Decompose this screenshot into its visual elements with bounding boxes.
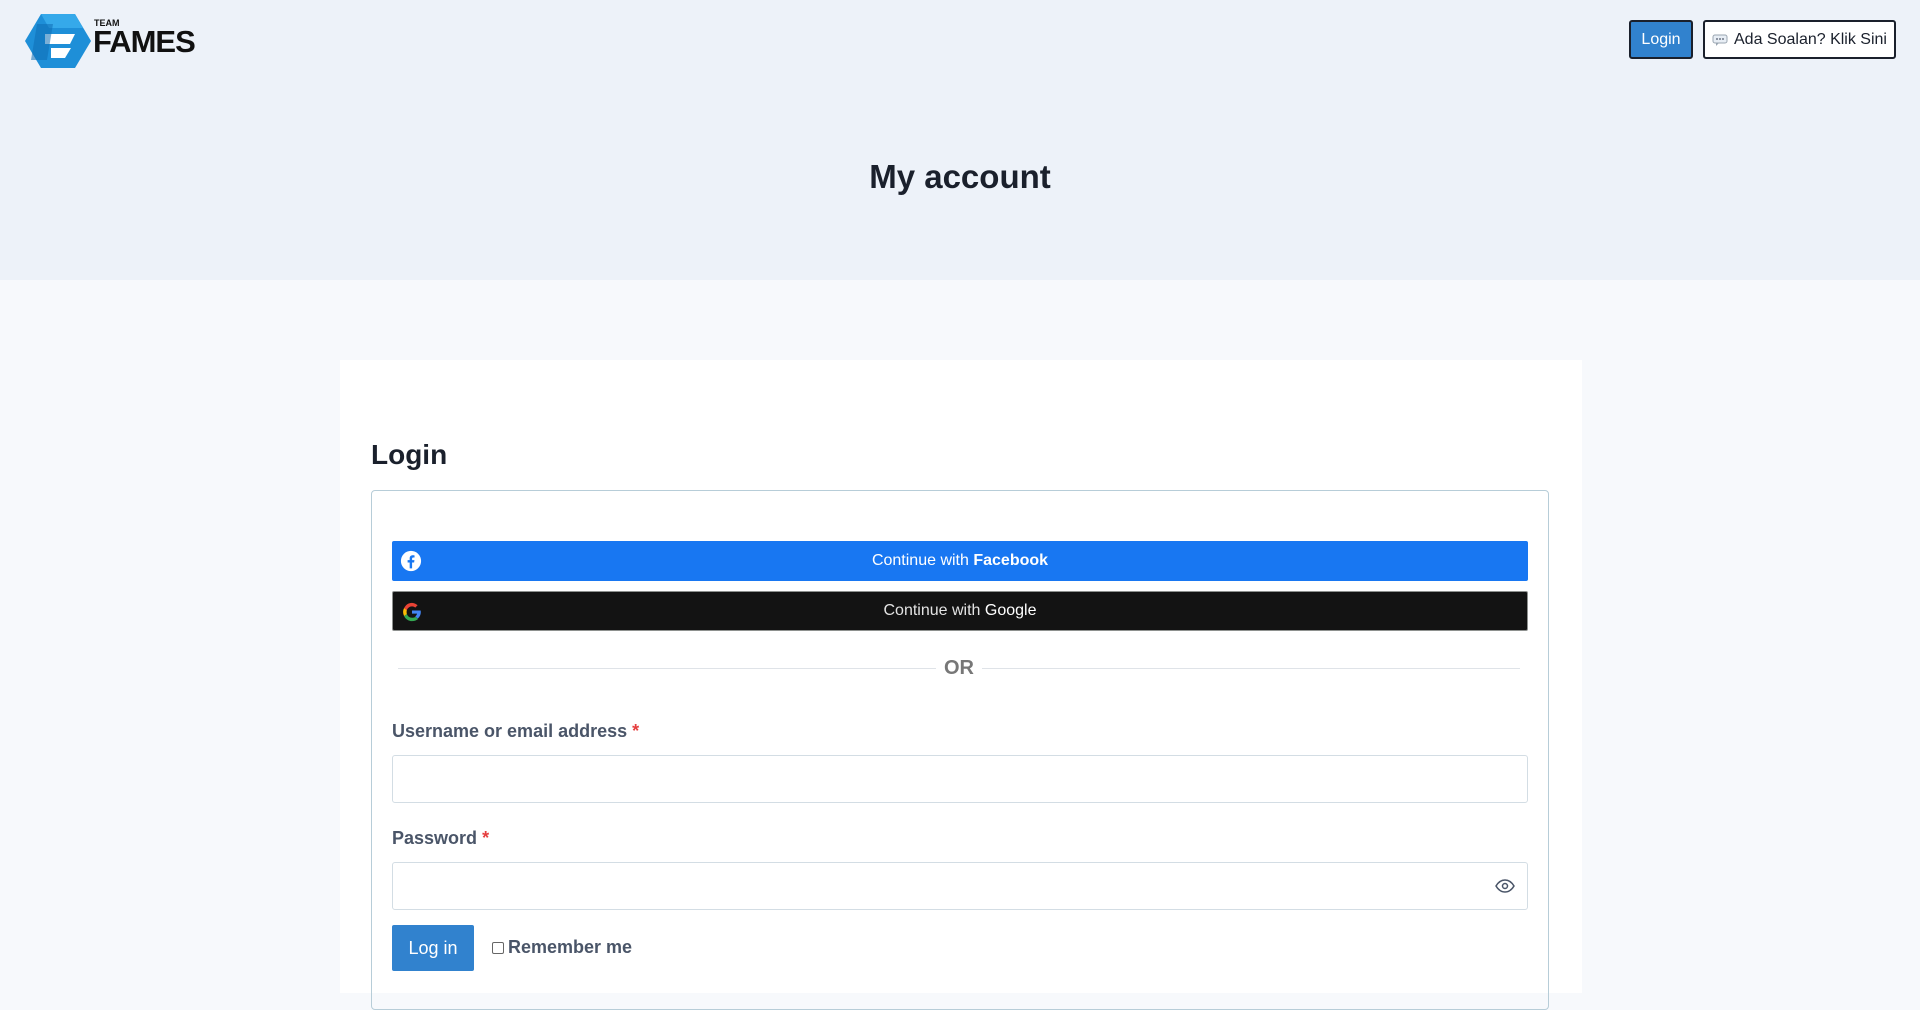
password-label: Password * [392, 828, 489, 849]
password-input[interactable] [392, 862, 1528, 910]
remember-me-checkbox[interactable] [492, 941, 504, 954]
log-in-button[interactable]: Log in [392, 925, 474, 971]
username-input[interactable] [392, 755, 1528, 803]
username-required-marker: * [632, 721, 640, 741]
login-card: Login Continue with Facebook Continue wi… [340, 360, 1582, 1010]
facebook-icon [400, 550, 422, 572]
facebook-button-brand: Facebook [973, 552, 1049, 569]
question-button-label: Ada Soalan? Klik Sini [1734, 30, 1887, 48]
page-title: My account [869, 158, 1051, 195]
fames-logo-icon [25, 14, 91, 68]
google-button-prefix: Continue with [883, 602, 985, 619]
username-label-text: Username or email address [392, 721, 628, 741]
login-heading: Login [371, 439, 448, 470]
remember-me[interactable]: Remember me [492, 937, 632, 958]
page-header: TEAM FAMES Login Ada Soalan? Klik Sini M… [0, 0, 1920, 280]
remember-me-label: Remember me [508, 937, 633, 957]
or-divider-line-right [982, 668, 1520, 669]
facebook-button-prefix: Continue with [871, 552, 974, 569]
show-password-eye-icon[interactable] [1495, 878, 1515, 894]
google-icon [403, 602, 421, 622]
header-login-button[interactable]: Login [1629, 20, 1693, 59]
speech-bubble-icon [1712, 34, 1728, 46]
google-login-button[interactable]: Continue with Google [392, 591, 1528, 631]
password-required-marker: * [482, 828, 490, 848]
facebook-login-button[interactable]: Continue with Facebook [392, 541, 1528, 581]
google-button-brand: Google [984, 602, 1037, 619]
question-button[interactable]: Ada Soalan? Klik Sini [1703, 20, 1896, 59]
username-label: Username or email address * [392, 721, 639, 742]
site-logo[interactable]: TEAM FAMES [25, 12, 205, 70]
login-form: Continue with Facebook Continue with Goo… [371, 490, 1549, 1010]
password-label-text: Password [392, 828, 478, 848]
logo-fames-text: FAMES [93, 24, 196, 59]
or-divider: OR [398, 657, 1520, 681]
